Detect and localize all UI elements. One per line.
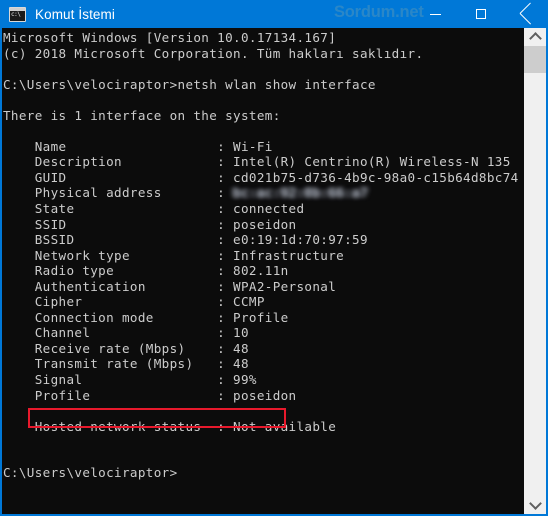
maximize-button[interactable] <box>458 0 503 28</box>
redacted-physical-address: bc:ac:92:0b:66:a7 <box>233 185 368 201</box>
console-line: Network type : Infrastructure <box>3 247 345 263</box>
console-line: Receive rate (Mbps) : 48 <box>3 340 249 356</box>
command-prompt-window: Komut İstemi Sordum.net Microsoft Window… <box>0 0 548 516</box>
sordum-watermark: Sordum.net <box>334 3 424 21</box>
console-line: Transmit rate (Mbps) : 48 <box>3 356 249 372</box>
window-title: Komut İstemi <box>35 6 115 22</box>
close-button[interactable] <box>503 0 546 28</box>
console-line: Authentication : WPA2-Personal <box>3 278 337 294</box>
console-line: (c) 2018 Microsoft Corporation. Tüm hakl… <box>3 45 424 61</box>
chevron-down-icon <box>528 497 542 510</box>
console-line: GUID : cd021b75-d736-4b9c-98a0-c15b64d8b… <box>3 169 519 185</box>
console-line: There is 1 interface on the system: <box>3 107 281 123</box>
console-line: C:\Users\velociraptor>netsh wlan show in… <box>3 76 376 92</box>
window-controls <box>413 0 546 28</box>
console-line: Profile : poseidon <box>3 387 297 403</box>
console-line: Name : Wi-Fi <box>3 138 273 154</box>
console-line: Physical address : bc:ac:92:0b:66:a7 <box>3 185 368 201</box>
console-line: Channel : 10 <box>3 325 249 341</box>
minimize-button[interactable] <box>413 0 458 28</box>
title-bar[interactable]: Komut İstemi Sordum.net <box>2 0 546 28</box>
close-icon <box>520 8 532 20</box>
console-line: State : connected <box>3 201 305 217</box>
console-line: Signal : 99% <box>3 372 257 388</box>
console-text: Microsoft Windows [Version 10.0.17134.16… <box>3 30 519 481</box>
scroll-down-button[interactable] <box>524 496 546 514</box>
console-output-area[interactable]: Microsoft Windows [Version 10.0.17134.16… <box>2 28 524 514</box>
maximize-icon <box>475 9 486 19</box>
console-line: BSSID : e0:19:1d:70:97:59 <box>3 232 368 248</box>
console-line: Connection mode : Profile <box>3 309 289 325</box>
cmd-console-icon <box>9 6 26 22</box>
console-line: Radio type : 802.11n <box>3 263 289 279</box>
console-line: Hosted network status : Not available <box>3 418 337 434</box>
scroll-thumb[interactable] <box>524 46 546 73</box>
minimize-icon <box>430 13 441 15</box>
console-line: Cipher : CCMP <box>3 294 265 310</box>
console-line: SSID : poseidon <box>3 216 297 232</box>
console-line: Microsoft Windows [Version 10.0.17134.16… <box>3 30 337 45</box>
scroll-up-button[interactable] <box>524 28 546 46</box>
vertical-scrollbar[interactable] <box>524 28 546 514</box>
console-line: C:\Users\velociraptor> <box>3 465 178 481</box>
chevron-up-icon <box>528 32 542 45</box>
console-line: Description : Intel(R) Centrino(R) Wirel… <box>3 154 511 170</box>
